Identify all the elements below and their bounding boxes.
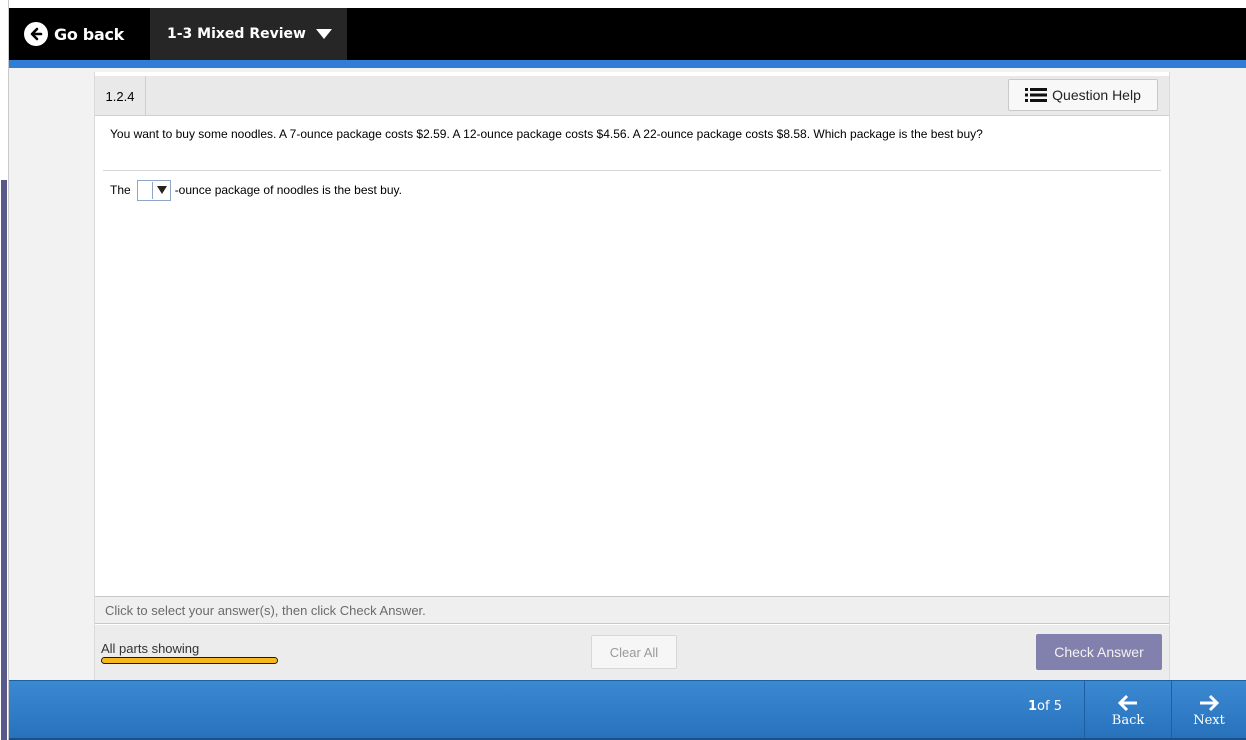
question-header: 1.2.4 Question Help xyxy=(95,76,1169,116)
caret-down-icon xyxy=(156,185,167,194)
instructions-text: Click to select your answer(s), then cli… xyxy=(105,602,426,618)
instructions-bar: Click to select your answer(s), then cli… xyxy=(95,596,1169,624)
parts-progress-fill xyxy=(102,658,277,663)
question-number: 1.2.4 xyxy=(95,76,146,116)
parts-status: All parts showing xyxy=(101,641,200,656)
bottom-navigation: 1of 5 Back Next xyxy=(9,680,1246,740)
back-label: Back xyxy=(1111,713,1145,728)
window-left-bar xyxy=(1,180,7,740)
question-help-button[interactable]: Question Help xyxy=(1008,79,1158,111)
question-panel: 1.2.4 Question Help You want to buy some… xyxy=(94,72,1170,680)
assignment-title-menu[interactable]: 1-3 Mixed Review xyxy=(150,8,347,60)
back-button[interactable]: Back xyxy=(1084,681,1171,740)
question-help-label: Question Help xyxy=(1052,87,1141,103)
go-back-button[interactable]: Go back xyxy=(9,8,124,60)
assignment-title: 1-3 Mixed Review xyxy=(167,26,306,42)
next-label: Next xyxy=(1193,713,1225,728)
dropdown-separator xyxy=(151,181,153,199)
divider xyxy=(103,170,1161,171)
parts-progress-bar xyxy=(101,657,278,664)
caret-down-icon xyxy=(315,29,332,39)
question-total: of 5 xyxy=(1037,699,1062,714)
go-back-label: Go back xyxy=(54,24,124,44)
header-accent-strip xyxy=(9,60,1246,68)
arrow-left-icon xyxy=(1117,694,1137,712)
top-bar: Go back 1-3 Mixed Review xyxy=(9,8,1246,60)
arrow-right-icon xyxy=(1200,694,1220,712)
window-left-edge xyxy=(0,0,9,740)
current-question: 1 xyxy=(1028,699,1038,714)
list-icon xyxy=(1025,88,1048,102)
clear-all-button[interactable]: Clear All xyxy=(591,635,677,669)
answer-sentence: The -ounce package of noodles is the bes… xyxy=(110,179,402,201)
answer-prefix: The xyxy=(110,183,131,197)
question-prompt: You want to buy some noodles. A 7-ounce … xyxy=(110,127,983,141)
answer-suffix: -ounce package of noodles is the best bu… xyxy=(174,183,402,197)
answer-dropdown[interactable] xyxy=(136,179,171,201)
go-back-icon xyxy=(24,22,48,46)
next-button[interactable]: Next xyxy=(1171,681,1246,740)
answer-footer: All parts showing Clear All Check Answer xyxy=(95,625,1169,680)
check-answer-button[interactable]: Check Answer xyxy=(1036,634,1162,670)
page-counter: 1of 5 xyxy=(1028,699,1062,714)
